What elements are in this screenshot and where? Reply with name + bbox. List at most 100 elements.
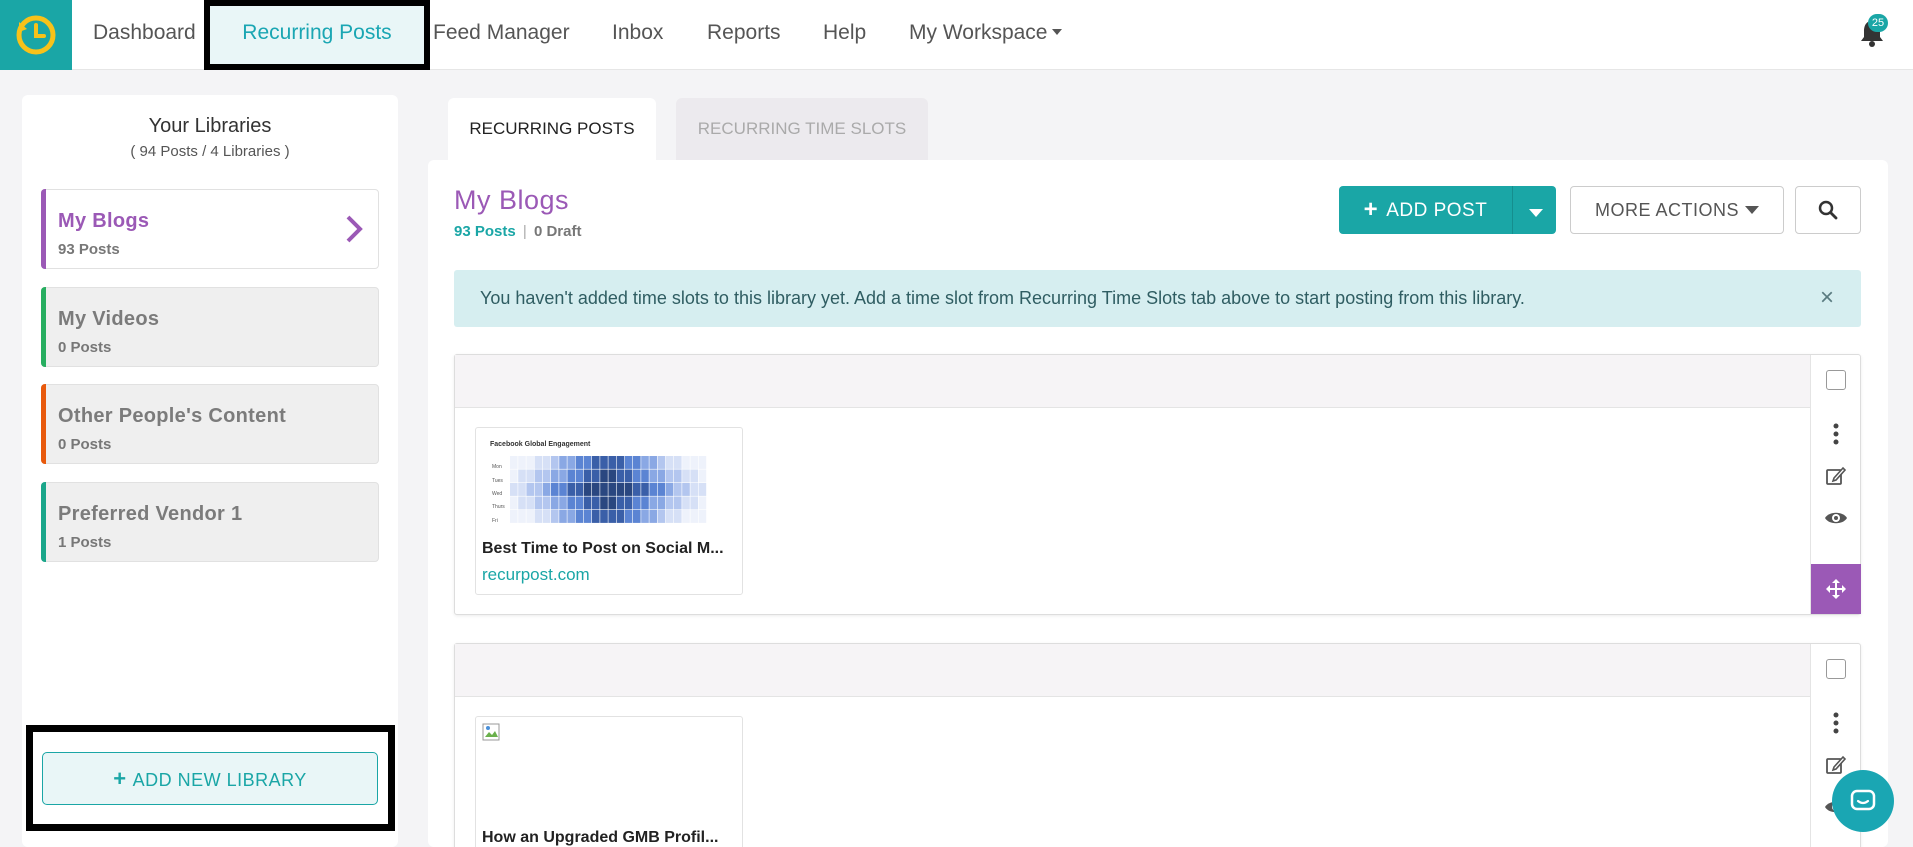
heatmap-cell xyxy=(698,456,707,469)
heatmap-cell xyxy=(534,496,543,510)
heatmap-caption: Facebook Global Engagement xyxy=(490,441,591,448)
eye-icon[interactable] xyxy=(1823,505,1849,531)
heatmap-cell xyxy=(567,456,575,469)
library-item-my-blogs[interactable]: My Blogs 93 Posts xyxy=(41,189,379,269)
library-title: My Blogs xyxy=(454,185,570,215)
heatmap-cell xyxy=(624,496,633,510)
heatmap-cell xyxy=(682,469,690,483)
move-icon[interactable] xyxy=(1811,564,1861,614)
heatmap-cell xyxy=(633,456,641,469)
heatmap-cell xyxy=(526,496,534,510)
nav-help[interactable]: Help xyxy=(823,0,866,70)
no-time-slots-alert: You haven't added time slots to this lib… xyxy=(454,270,1861,327)
post-select-checkbox[interactable] xyxy=(1826,370,1846,390)
more-actions-label: MORE ACTIONS xyxy=(1594,200,1739,220)
nav-inbox[interactable]: Inbox xyxy=(612,0,663,70)
heatmap-cell xyxy=(641,469,649,483)
heatmap-row-label: Fri xyxy=(492,518,498,524)
heatmap-cell xyxy=(510,483,518,496)
heatmap-cell xyxy=(559,496,567,510)
nav-dashboard[interactable]: Dashboard xyxy=(93,0,196,70)
heatmap-cell xyxy=(534,510,543,523)
heatmap-cell xyxy=(624,483,633,496)
library-item-my-videos[interactable]: My Videos 0 Posts xyxy=(41,287,379,367)
nav-reports[interactable]: Reports xyxy=(707,0,781,70)
nav-feed-manager[interactable]: Feed Manager xyxy=(433,0,570,70)
heatmap-cell xyxy=(542,510,551,523)
heatmap-cell xyxy=(665,469,674,483)
heatmap-cell xyxy=(682,510,690,523)
heatmap-cell xyxy=(542,469,551,483)
heatmap-cell xyxy=(575,469,584,483)
logo-clock-icon[interactable] xyxy=(0,0,72,70)
heatmap-cell xyxy=(551,510,559,523)
posts-count[interactable]: 93 Posts xyxy=(454,223,516,240)
heatmap-cell xyxy=(600,496,608,510)
heatmap-cell xyxy=(551,469,559,483)
chevron-down-icon xyxy=(1529,209,1543,217)
post-card: Facebook Global Engagement Mon Tues Wed … xyxy=(454,354,1861,615)
heatmap-row-label: Thurs xyxy=(492,504,505,510)
heatmap-cell xyxy=(518,496,526,510)
add-new-library-button[interactable]: + ADD NEW LIBRARY xyxy=(42,752,378,805)
heatmap-cell xyxy=(559,456,567,469)
heatmap-cell xyxy=(583,456,592,469)
heatmap-cell xyxy=(518,469,526,483)
post-card-header xyxy=(455,644,1810,697)
heatmap-cell xyxy=(649,456,657,469)
heatmap-cell xyxy=(665,483,674,496)
close-icon[interactable]: × xyxy=(1816,285,1838,311)
heatmap-cell xyxy=(649,469,657,483)
add-post-dropdown-toggle[interactable] xyxy=(1512,186,1556,234)
library-name: Preferred Vendor 1 xyxy=(58,503,243,525)
chat-icon[interactable] xyxy=(1832,770,1894,832)
heatmap-cell xyxy=(526,483,534,496)
heatmap-cell xyxy=(657,456,666,469)
more-vertical-icon[interactable] xyxy=(1823,710,1849,736)
heatmap-cell xyxy=(592,469,600,483)
heatmap-cell xyxy=(559,510,567,523)
heatmap-cell xyxy=(624,510,633,523)
heatmap-cell xyxy=(690,510,698,523)
heatmap-cell xyxy=(567,469,575,483)
search-button[interactable] xyxy=(1795,186,1861,234)
post-link[interactable]: recurpost.com xyxy=(482,565,590,585)
heatmap-cell xyxy=(600,510,608,523)
heatmap-cell xyxy=(551,483,559,496)
heatmap-cell xyxy=(633,496,641,510)
post-thumbnail-image: Facebook Global Engagement Mon Tues Wed … xyxy=(482,434,738,534)
nav-my-workspace[interactable]: My Workspace xyxy=(909,0,1063,70)
heatmap-cell xyxy=(616,456,625,469)
library-item-other-peoples-content[interactable]: Other People's Content 0 Posts xyxy=(41,384,379,464)
nav-recurring-posts[interactable]: Recurring Posts xyxy=(204,0,430,70)
post-select-checkbox[interactable] xyxy=(1826,659,1846,679)
heatmap-cell xyxy=(657,469,666,483)
heatmap-cell xyxy=(510,510,518,523)
library-count: 1 Posts xyxy=(58,534,112,551)
add-post-button[interactable]: + ADD POST xyxy=(1339,186,1556,234)
post-preview[interactable]: Facebook Global Engagement Mon Tues Wed … xyxy=(475,427,743,595)
post-preview[interactable]: How an Upgraded GMB Profil... xyxy=(475,716,743,847)
heatmap-cell xyxy=(641,483,649,496)
post-title: Best Time to Post on Social M... xyxy=(482,540,724,557)
more-actions-button[interactable]: MORE ACTIONS xyxy=(1570,186,1784,234)
heatmap-cell xyxy=(616,469,625,483)
heatmap-cell xyxy=(690,456,698,469)
heatmap-cell xyxy=(665,510,674,523)
draft-count[interactable]: 0 Draft xyxy=(534,223,582,240)
heatmap-cell xyxy=(575,510,584,523)
heatmap-cell xyxy=(551,496,559,510)
library-color-bar xyxy=(41,482,46,562)
heatmap-cell xyxy=(608,510,616,523)
heatmap-cell xyxy=(583,496,592,510)
heatmap-cell xyxy=(698,510,707,523)
heatmap-cell xyxy=(608,469,616,483)
add-post-label-wrap[interactable]: + ADD POST xyxy=(1339,186,1512,234)
heatmap-cell xyxy=(649,483,657,496)
heatmap-cell xyxy=(608,483,616,496)
edit-icon[interactable] xyxy=(1823,463,1849,489)
library-item-preferred-vendor-1[interactable]: Preferred Vendor 1 1 Posts xyxy=(41,482,379,562)
more-vertical-icon[interactable] xyxy=(1823,421,1849,447)
tab-recurring-time-slots[interactable]: RECURRING TIME SLOTS xyxy=(676,98,928,160)
tab-recurring-posts[interactable]: RECURRING POSTS xyxy=(448,98,656,160)
